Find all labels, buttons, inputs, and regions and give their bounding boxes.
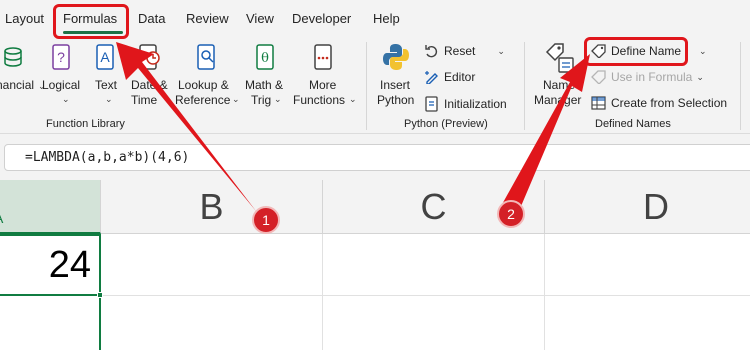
step-badge-2: 2 bbox=[497, 200, 525, 228]
step-badge-1: 1 bbox=[252, 206, 280, 234]
arrow-1 bbox=[116, 42, 272, 232]
arrow-2 bbox=[500, 54, 590, 218]
annotation-arrows bbox=[116, 42, 590, 232]
